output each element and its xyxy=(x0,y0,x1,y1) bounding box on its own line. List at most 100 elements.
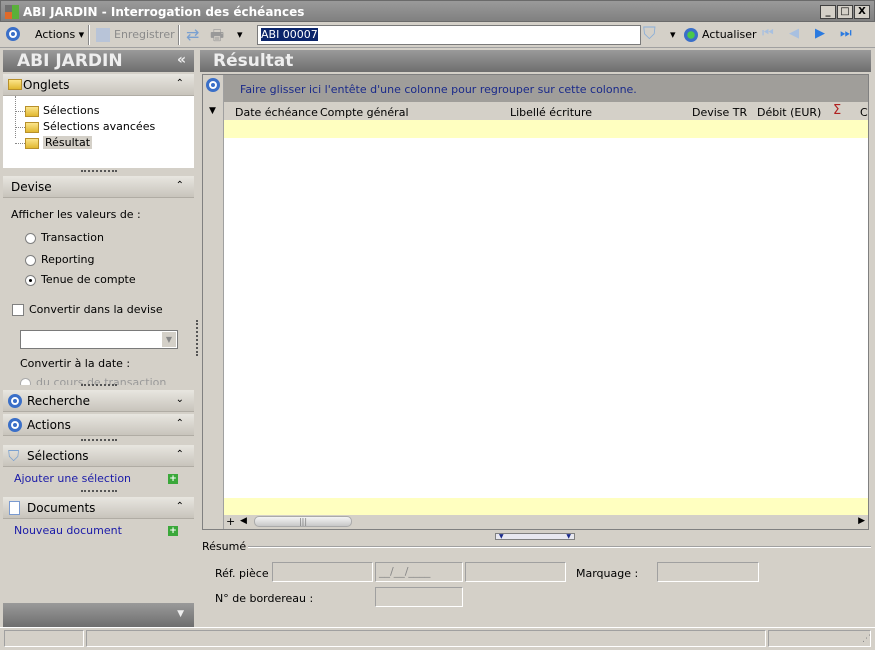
bordereau-label: N° de bordereau : xyxy=(215,592,314,605)
splitter-handle[interactable] xyxy=(81,439,117,441)
column-header-account[interactable]: Compte général xyxy=(320,106,409,119)
save-icon xyxy=(96,28,110,42)
date-field[interactable]: __/__/____ xyxy=(375,562,463,582)
grid-options-icon[interactable] xyxy=(206,78,220,92)
resize-grip-icon[interactable]: ⋰ xyxy=(862,634,871,644)
maximize-button[interactable]: □ xyxy=(837,5,853,19)
summary-row xyxy=(224,498,868,515)
vertical-splitter[interactable] xyxy=(196,320,198,356)
radio-reporting[interactable]: Reporting xyxy=(25,253,94,266)
filter-dropdown-icon[interactable]: ▾ xyxy=(670,28,676,41)
minimize-button[interactable]: _ xyxy=(820,5,836,19)
actions-menu-button[interactable]: Actions ▾ xyxy=(35,28,84,41)
bordereau-field[interactable] xyxy=(375,587,463,607)
last-record-icon[interactable]: ⏭ xyxy=(840,26,852,41)
panel-splitter[interactable]: ▼ ▼ xyxy=(495,533,575,540)
checkbox-icon xyxy=(12,304,24,316)
horizontal-scrollbar[interactable]: + ◀ ||| ▶ xyxy=(224,515,868,529)
column-header-date[interactable]: Date échéance xyxy=(235,106,318,119)
chevron-up-icon[interactable]: ⌃ xyxy=(176,449,184,460)
tabs-tree: Sélections Sélections avancées Résultat xyxy=(3,96,194,168)
devise-header[interactable]: Devise ⌃ xyxy=(3,176,194,198)
page-title: Résultat xyxy=(200,50,871,72)
print-dropdown-icon[interactable]: ▾ xyxy=(237,28,243,41)
scroll-left-icon[interactable]: ◀ xyxy=(240,516,247,526)
chevron-down-icon[interactable]: ⌄ xyxy=(176,394,184,405)
column-header-truncated[interactable]: C xyxy=(860,106,868,119)
selections-header[interactable]: ⛉ Sélections ⌃ xyxy=(3,445,194,467)
tree-item-label: Résultat xyxy=(43,136,93,149)
filter-icon: ⛉ xyxy=(8,447,20,465)
scroll-thumb[interactable]: ||| xyxy=(254,516,352,527)
status-pane xyxy=(4,630,84,647)
save-button[interactable]: Enregistrer xyxy=(96,28,175,42)
checkbox-label: Convertir dans la devise xyxy=(29,303,163,316)
chevron-up-icon[interactable]: ⌃ xyxy=(176,78,184,89)
marquage-field[interactable] xyxy=(657,562,759,582)
add-document-icon[interactable]: + xyxy=(168,526,178,536)
column-chooser-icon[interactable]: ▼ xyxy=(209,106,216,116)
recherche-header[interactable]: Recherche ⌄ xyxy=(3,390,194,412)
filter-icon[interactable]: ⛉ xyxy=(643,24,656,44)
tree-item-result[interactable]: Résultat xyxy=(15,136,93,149)
ref-piece-field[interactable] xyxy=(272,562,373,582)
scroll-right-icon[interactable]: ▶ xyxy=(858,516,865,526)
radio-checked-icon xyxy=(25,274,36,286)
chevron-down-icon[interactable]: ▼ xyxy=(177,609,184,619)
record-field[interactable]: ABI 00007 xyxy=(257,25,641,45)
sum-icon[interactable]: Σ xyxy=(833,103,841,118)
folder-icon xyxy=(8,79,22,90)
chevron-up-icon[interactable]: ⌃ xyxy=(176,180,184,191)
status-pane xyxy=(86,630,766,647)
splitter-handle[interactable] xyxy=(81,490,117,492)
onglets-header[interactable]: Onglets ⌃ xyxy=(3,74,194,96)
tree-item-selections[interactable]: Sélections xyxy=(15,104,99,117)
refresh-button[interactable]: Actualiser xyxy=(684,28,757,42)
column-header-debit[interactable]: Débit (EUR) xyxy=(757,106,821,119)
ref-piece-extra-field[interactable] xyxy=(465,562,566,582)
first-record-icon[interactable]: ⏮ xyxy=(762,26,774,41)
date-placeholder: __/__/____ xyxy=(379,565,431,578)
previous-record-icon[interactable]: ◀ xyxy=(789,26,799,41)
radio-label: Tenue de compte xyxy=(41,273,136,286)
print-icon[interactable]: 🖶 xyxy=(210,25,224,50)
tree-item-label: Sélections avancées xyxy=(43,120,156,133)
title-bar: ABI JARDIN - Interrogation des échéances… xyxy=(0,0,875,22)
splitter-handle[interactable] xyxy=(81,170,117,172)
actions-header[interactable]: Actions ⌃ xyxy=(3,414,194,436)
summary-divider xyxy=(202,546,871,548)
dropdown-arrow-icon[interactable]: ▼ xyxy=(162,332,176,347)
add-selection-link[interactable]: Ajouter une sélection xyxy=(14,472,131,485)
radio-tenue-de-compte[interactable]: Tenue de compte xyxy=(25,273,136,286)
splitter-handle[interactable] xyxy=(81,384,117,386)
record-field-value: ABI 00007 xyxy=(261,28,318,41)
actions-label: Actions xyxy=(35,28,76,41)
group-by-area[interactable]: Faire glisser ici l'entête d'une colonne… xyxy=(224,75,868,102)
selections-label: Sélections xyxy=(27,449,89,463)
column-header-currency[interactable]: Devise TR xyxy=(692,106,747,119)
add-row-button[interactable]: + xyxy=(226,515,235,528)
convert-currency-checkbox[interactable]: Convertir dans la devise xyxy=(12,303,163,316)
new-document-link[interactable]: Nouveau document xyxy=(14,524,122,537)
documents-header[interactable]: Documents ⌃ xyxy=(3,497,194,519)
tree-item-advanced-selections[interactable]: Sélections avancées xyxy=(15,120,155,133)
sidebar-footer: ▼ xyxy=(3,603,194,627)
close-button[interactable]: X xyxy=(854,5,870,19)
column-header-label[interactable]: Libellé écriture xyxy=(510,106,592,119)
collapse-sidebar-button[interactable]: « xyxy=(177,52,186,68)
chevron-up-icon[interactable]: ⌃ xyxy=(176,418,184,429)
currency-select[interactable]: ▼ xyxy=(20,330,178,349)
app-logo-icon xyxy=(5,5,19,19)
sidebar-title-text: ABI JARDIN xyxy=(17,51,123,71)
sidebar-title: ABI JARDIN « xyxy=(3,50,194,72)
chevron-up-icon[interactable]: ⌃ xyxy=(176,501,184,512)
app-menu-icon[interactable] xyxy=(6,27,20,41)
add-selection-icon[interactable]: + xyxy=(168,474,178,484)
radio-transaction[interactable]: Transaction xyxy=(25,231,104,244)
status-pane xyxy=(768,630,871,647)
sync-icon[interactable]: ⇄ xyxy=(186,25,199,44)
marquage-label: Marquage : xyxy=(576,567,639,580)
filter-row[interactable] xyxy=(224,120,868,138)
radio-label: Reporting xyxy=(41,253,95,266)
next-record-icon[interactable]: ▶ xyxy=(815,26,825,41)
